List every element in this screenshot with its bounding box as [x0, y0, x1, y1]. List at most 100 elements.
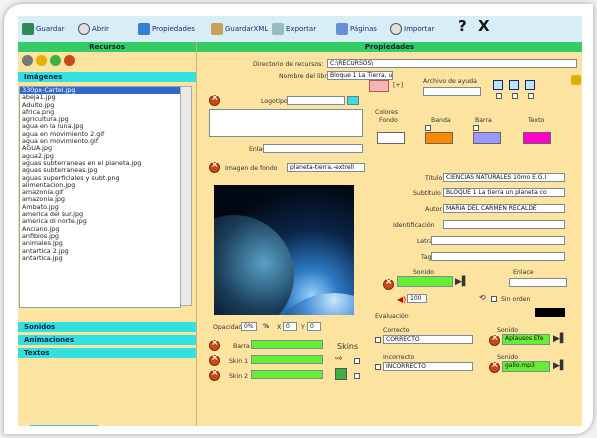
author-input[interactable]: MARIA DEL CARMEN RECALDE — [443, 204, 565, 213]
incorrect-sound-input[interactable]: gallo.mp3 — [502, 361, 550, 372]
y-input[interactable]: 0 — [307, 322, 321, 331]
animations-section[interactable]: Animaciones — [18, 335, 196, 345]
link2-input[interactable] — [509, 278, 567, 287]
status-bar — [30, 425, 98, 426]
window-checkbox[interactable] — [512, 93, 518, 99]
export-icon — [272, 23, 284, 35]
bar-color-label: Barra — [475, 117, 492, 124]
sound-input[interactable] — [397, 276, 453, 287]
skin1-input[interactable] — [251, 355, 323, 364]
skin1-label: Skin 1 — [229, 358, 249, 365]
remove-sound-button[interactable] — [383, 277, 394, 290]
sounds-section[interactable]: Sonidos — [18, 322, 196, 332]
correct-sound-input[interactable]: Aplausos Efe — [502, 334, 550, 345]
list-scrollbar[interactable] — [180, 86, 192, 306]
evaluation-color-swatch[interactable] — [535, 308, 565, 317]
bar-input[interactable] — [251, 340, 323, 349]
logo-preview — [209, 109, 363, 137]
window-frame: Guardar Abrir Propiedades GuardarXML Exp… — [4, 4, 593, 434]
logo-color-box[interactable] — [347, 96, 359, 105]
images-section[interactable]: Imágenes — [18, 72, 196, 82]
text-color-swatch[interactable] — [523, 132, 551, 144]
link-bracket-icon[interactable]: [+] — [393, 82, 403, 89]
layout-icon[interactable] — [525, 80, 535, 90]
bar-color-swatch[interactable] — [473, 132, 501, 144]
help-button[interactable]: ? — [458, 17, 467, 35]
skin2-checkbox[interactable] — [354, 373, 360, 379]
remove-skin1-button[interactable] — [209, 353, 220, 366]
remove-logo-button[interactable] — [209, 93, 220, 106]
remove-bar-button[interactable] — [209, 338, 220, 351]
title-input[interactable]: CIENCIAS NATURALES 10mo E.G.I — [443, 173, 565, 182]
book-name-input[interactable]: Bloque 1 La Tierra, un pl — [327, 71, 393, 80]
tag-label: Tag — [421, 254, 432, 261]
correct-input[interactable]: CORRECTO — [383, 335, 473, 344]
resource-dir-input[interactable]: C:\RECURSOS\ — [327, 59, 577, 68]
save-button[interactable]: Guardar — [22, 22, 65, 36]
image-file-list[interactable]: 330px-Cartel.jpg abeja1.jpg Adulto.jpg afri… — [19, 86, 181, 308]
author-label: Autor — [425, 206, 442, 213]
add-icon[interactable] — [50, 55, 61, 66]
play-incorrect-icon[interactable]: ▶▌ — [553, 361, 567, 371]
properties-header: Propiedades — [197, 42, 582, 52]
bg-color-label: Fondo — [379, 117, 398, 124]
band-checkbox[interactable] — [425, 125, 431, 131]
skin2-label: Skin 2 — [229, 373, 249, 380]
link-input[interactable] — [263, 144, 363, 153]
folder-link-icon[interactable] — [369, 80, 389, 92]
layout-checkbox[interactable] — [528, 93, 534, 99]
id-input[interactable] — [443, 220, 565, 229]
list-item[interactable]: antartica.jpg — [20, 254, 180, 262]
pages-button[interactable]: Páginas — [336, 22, 377, 36]
window-icon[interactable] — [509, 80, 519, 90]
skin1-checkbox[interactable] — [354, 358, 360, 364]
cut-icon[interactable] — [22, 55, 33, 66]
info-icon[interactable] — [493, 80, 503, 90]
remove-bg-button[interactable] — [209, 160, 220, 173]
play-correct-icon[interactable]: ▶▌ — [553, 334, 567, 344]
remove-incorrect-sound-button[interactable] — [489, 360, 500, 373]
x-label: X — [277, 324, 282, 331]
play-sound-icon[interactable]: ▶▌ — [455, 277, 469, 287]
play-skin-icon[interactable] — [335, 368, 347, 380]
open-button[interactable]: Abrir — [78, 22, 109, 36]
help-file-label: Archivo de ayuda — [423, 78, 477, 85]
skin2-input[interactable] — [251, 370, 323, 379]
sound-label: Sonido — [413, 269, 435, 276]
correct-checkbox[interactable] — [375, 337, 381, 343]
import-button[interactable]: Importar — [390, 22, 434, 36]
remove-skin2-button[interactable] — [209, 368, 220, 381]
bg-color-swatch[interactable] — [377, 132, 405, 144]
incorrect-input[interactable]: INCORRECTO — [383, 362, 473, 371]
logo-input[interactable] — [287, 96, 345, 105]
close-button[interactable]: X — [478, 17, 490, 35]
sin-orden-label: Sin orden — [501, 296, 531, 303]
letters-input[interactable] — [431, 236, 565, 245]
incorrect-checkbox[interactable] — [375, 364, 381, 370]
export-button[interactable]: Exportar — [272, 22, 316, 36]
resource-dir-label: Directorio de recursos: — [253, 61, 324, 68]
delete-icon[interactable] — [64, 55, 75, 66]
arrow-right-icon[interactable]: ⇨ — [335, 354, 343, 364]
properties-button[interactable]: Propiedades — [138, 22, 195, 36]
save-xml-button[interactable]: GuardarXML — [211, 22, 268, 36]
opacity-label: Opacidad — [213, 324, 243, 331]
id-label: Identificación — [393, 222, 435, 229]
volume-input[interactable]: 100 — [407, 294, 427, 303]
remove-correct-sound-button[interactable] — [489, 333, 500, 346]
info-checkbox[interactable] — [496, 93, 502, 99]
bar-checkbox[interactable] — [473, 125, 479, 131]
help-file-input[interactable] — [423, 87, 481, 96]
opacity-input[interactable]: 0% — [241, 322, 257, 331]
incorrect-sound-label: Sonido — [497, 354, 519, 361]
folder-icon[interactable] — [36, 55, 47, 66]
edit-pencil-icon[interactable] — [571, 75, 581, 85]
bg-image-input[interactable]: planeta-tierra,-extrell — [287, 163, 365, 172]
tag-input[interactable] — [431, 252, 565, 261]
loop-icon[interactable]: ⟲ — [479, 293, 486, 302]
subtitle-input[interactable]: BLOQUE 1 La tierra un planeta co — [443, 188, 565, 197]
band-color-swatch[interactable] — [425, 132, 453, 144]
texts-section[interactable]: Textos — [18, 348, 196, 358]
x-input[interactable]: 0 — [283, 322, 297, 331]
sin-orden-checkbox[interactable] — [491, 296, 497, 302]
